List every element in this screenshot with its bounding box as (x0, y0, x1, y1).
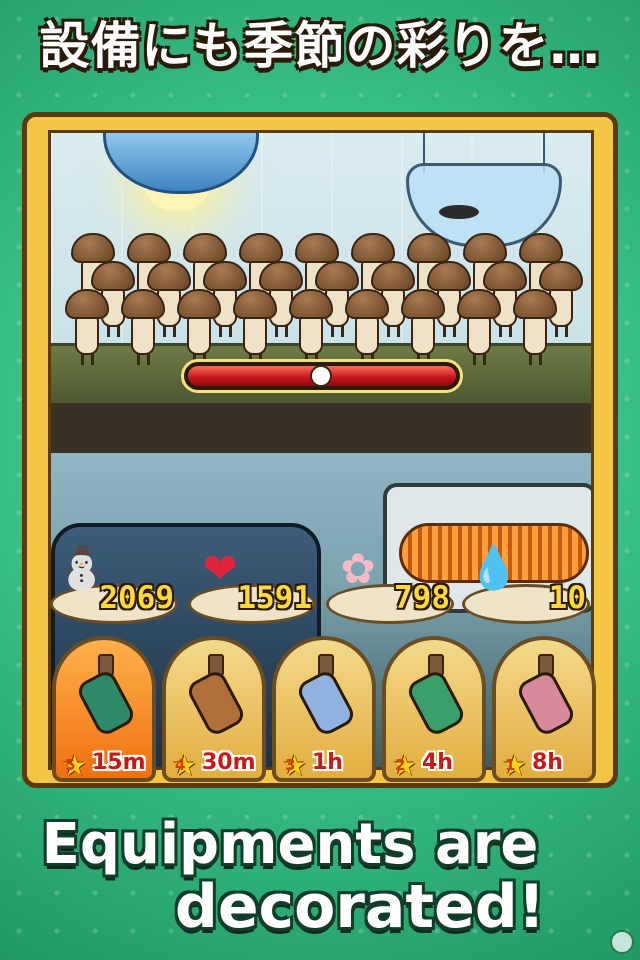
counter-value: 1591 (237, 580, 312, 616)
sakura-icon: ✿ (340, 543, 376, 593)
growth-gauge (181, 359, 463, 393)
nameko-mushroom[interactable] (513, 289, 557, 367)
counter-value: 798 (394, 580, 450, 616)
nameko-mushroom[interactable] (345, 289, 389, 367)
cooldown-time: 4h (422, 750, 453, 775)
star-rank: 1 (505, 756, 516, 774)
nameko-mushroom[interactable] (121, 289, 165, 367)
cooldown-time: 15m (92, 750, 146, 775)
brown-bottle-icon (184, 654, 248, 740)
nameko-mushroom[interactable] (177, 289, 221, 367)
nameko-face-icon (310, 365, 332, 387)
star-rank: 5 (65, 756, 76, 774)
equipment-slot-4[interactable]: ★ 2 4h (382, 636, 486, 782)
nameko-mushroom[interactable] (457, 289, 501, 367)
counter-value: 10 (548, 580, 586, 616)
tadpole-icon (439, 205, 479, 219)
promo-screen: 設備にも季節の彩りを… ⛄ 2069 ❤ 1591 ✿ 798 💧 10 ★ 5… (0, 0, 640, 960)
green-lantern-bottle-icon (74, 654, 138, 740)
equipment-slot-3[interactable]: ★ 3 1h (272, 636, 376, 782)
headline-japanese: 設備にも季節の彩りを… (39, 17, 601, 75)
nameko-mushroom[interactable] (65, 289, 109, 367)
star-rank: 3 (285, 756, 296, 774)
star-rank: 2 (395, 756, 406, 774)
pink-bottle-icon (514, 654, 578, 740)
resource-counters: ⛄ 2069 ❤ 1591 ✿ 798 💧 10 (48, 540, 594, 632)
counter-water-drop[interactable]: 💧 10 (460, 540, 594, 632)
equipment-slot-2[interactable]: ★ 4 30m (162, 636, 266, 782)
cooldown-time: 30m (202, 750, 256, 775)
shelf-shadow (51, 403, 591, 453)
counter-value: 2069 (99, 580, 174, 616)
publisher-logo-icon (610, 930, 634, 954)
counter-snowman[interactable]: ⛄ 2069 (48, 540, 182, 632)
caption-line-1: Equipments are (41, 812, 539, 877)
water-drop-icon: 💧 (467, 543, 521, 592)
blue-bottle-icon (294, 654, 358, 740)
counter-hearts[interactable]: ❤ 1591 (186, 540, 320, 632)
counter-sakura[interactable]: ✿ 798 (324, 540, 458, 632)
nameko-mushroom[interactable] (233, 289, 277, 367)
equipment-slot-1[interactable]: ★ 5 15m (52, 636, 156, 782)
cooldown-time: 1h (312, 750, 343, 775)
caption-line-2: decorated! (174, 872, 546, 942)
equipment-slots: ★ 5 15m ★ 4 30m ★ 3 1h ★ 2 4h ★ 1 8h (48, 636, 596, 786)
star-rank: 4 (175, 756, 186, 774)
equipment-slot-5[interactable]: ★ 1 8h (492, 636, 596, 782)
nameko-mushroom[interactable] (401, 289, 445, 367)
cooldown-time: 8h (532, 750, 563, 775)
nameko-mushroom[interactable] (289, 289, 333, 367)
green-bottle-icon (404, 654, 468, 740)
